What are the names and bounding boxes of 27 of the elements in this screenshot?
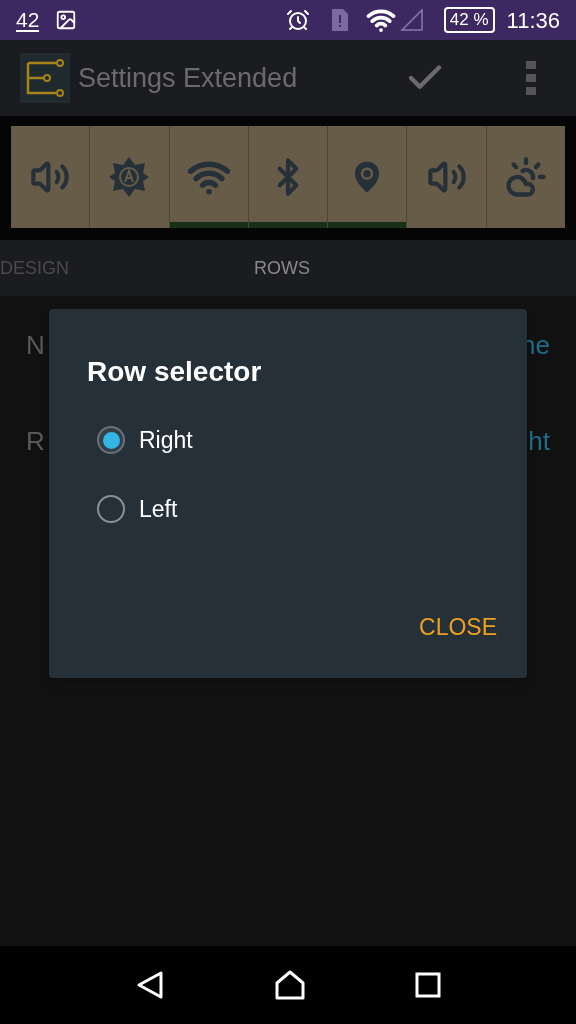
image-icon xyxy=(55,9,78,31)
row-label: N xyxy=(26,329,45,362)
row-value: ht xyxy=(528,425,550,458)
cloud-sun-icon xyxy=(504,156,547,198)
app-title: Settings Extended xyxy=(78,61,298,95)
recents-icon[interactable] xyxy=(415,972,442,998)
more-options-icon[interactable] xyxy=(526,61,536,95)
option-label: Right xyxy=(139,426,193,455)
radio-button[interactable] xyxy=(97,426,125,455)
quick-tile[interactable] xyxy=(169,126,249,228)
row-label: R xyxy=(26,425,45,458)
radio-button[interactable] xyxy=(97,494,125,523)
alarm-clock-icon xyxy=(285,8,310,32)
notification-count: 42 xyxy=(16,8,40,32)
signal-icon xyxy=(399,8,424,32)
quick-tile[interactable] xyxy=(328,126,408,228)
sim-card-icon xyxy=(329,7,350,33)
close-button[interactable]: CLOSE xyxy=(419,609,497,644)
battery-indicator: 42 % xyxy=(443,7,495,33)
option-label: Left xyxy=(139,494,178,524)
clock: 11:36 xyxy=(506,6,560,35)
home-icon[interactable] xyxy=(274,969,306,1001)
tab[interactable]: ROWS xyxy=(254,254,310,282)
back-icon[interactable] xyxy=(134,970,165,1000)
quick-tile[interactable] xyxy=(248,126,329,228)
app-logo-icon[interactable] xyxy=(20,53,70,103)
dialog-title: Row selector xyxy=(87,355,263,389)
